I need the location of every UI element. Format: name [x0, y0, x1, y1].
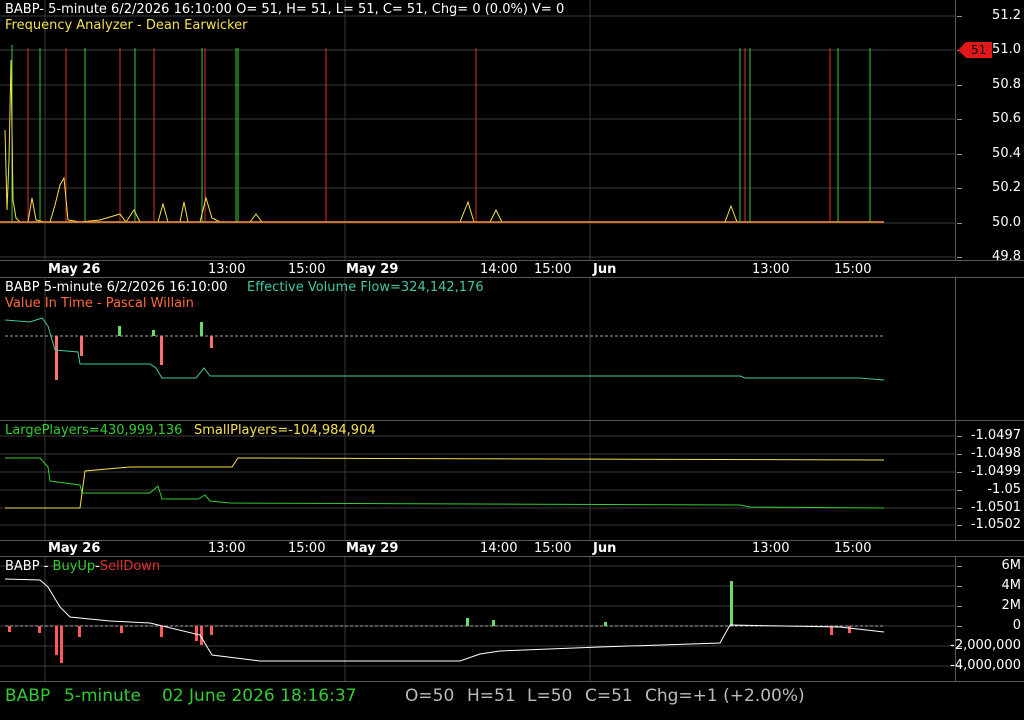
value-in-time-header: BABP 5-minute 6/2/2026 16:10:00 [5, 280, 228, 295]
date-axis-top[interactable]: May 26 13:00 15:00 May 29 14:00 15:00 Ju… [0, 261, 956, 277]
value-bar [80, 336, 83, 356]
selldown-bar [55, 626, 58, 655]
buyup-selldown-title: BABP - BuyUp-SellDown [5, 559, 160, 574]
players-chart [0, 421, 956, 540]
status-high: H=51 [467, 686, 516, 706]
status-open: O=50 [405, 686, 455, 706]
date-label: 13:00 [208, 262, 246, 277]
last-price-label: 51 [971, 43, 987, 57]
selldown-bar [848, 626, 851, 633]
large-players-line [5, 457, 885, 509]
y-tick: -1.0502 [970, 517, 1021, 532]
buyup-selldown-line [4, 578, 885, 662]
status-interval: 5-minute [64, 686, 141, 706]
y-tick: 2M [1001, 598, 1022, 613]
y-tick: 50.6 [992, 111, 1021, 126]
selldown-bar [210, 626, 213, 635]
large-players-value: LargePlayers=430,999,136 [5, 423, 183, 438]
date-label: Jun [593, 262, 617, 277]
buyup-selldown-chart [0, 557, 956, 681]
selldown-bar [78, 626, 81, 637]
buyup-y-axis[interactable]: 6M 4M 2M 0 -2,000,000 -4,000,000 [950, 557, 1024, 681]
y-tick: -1.0499 [970, 464, 1021, 479]
date-axis-bottom[interactable]: May 26 13:00 15:00 May 29 14:00 15:00 Ju… [0, 540, 956, 556]
date-label: May 26 [48, 262, 101, 277]
y-tick: -1.05 [987, 482, 1021, 497]
players-y-axis[interactable]: -1.0497 -1.0498 -1.0499 -1.05 -1.0501 -1… [957, 421, 1024, 540]
y-tick: 4M [1001, 578, 1022, 593]
date-label: 14:00 [480, 541, 518, 556]
y-tick: 0 [1012, 618, 1021, 633]
y-tick: -1.0497 [970, 428, 1021, 443]
status-close: C=51 [585, 686, 633, 706]
ticker-label: BABP - [5, 559, 53, 574]
selldown-bar [60, 626, 63, 663]
y-tick: -2,000,000 [950, 638, 1021, 653]
y-tick: 51.0 [992, 42, 1021, 57]
y-tick: 49.8 [992, 249, 1021, 264]
date-label: 13:00 [752, 262, 790, 277]
status-low: L=50 [527, 686, 573, 706]
selldown-bar [8, 626, 11, 632]
buyup-bar [492, 620, 495, 626]
date-label: 15:00 [534, 541, 572, 556]
date-label: 14:00 [480, 262, 518, 277]
value-bar [200, 322, 203, 336]
small-players-value: SmallPlayers=-104,984,904 [194, 423, 376, 438]
value-in-time-title: Value In Time - Pascal Willain [5, 296, 194, 311]
y-tick: 50.4 [992, 146, 1021, 161]
selldown-bar [38, 626, 41, 633]
y-tick: 50.8 [992, 77, 1021, 92]
value-bar [160, 336, 163, 365]
frequency-analyzer-title: Frequency Analyzer - Dean Earwicker [5, 18, 248, 33]
date-label: May 26 [48, 541, 101, 556]
value-bar [210, 336, 213, 348]
frequency-curve [4, 59, 884, 223]
price-y-axis[interactable]: 51.2 51.0 50.8 50.6 50.4 50.2 50.0 49.8 [957, 0, 1024, 264]
selldown-bar [160, 626, 163, 637]
selldown-label: SellDown [99, 559, 161, 574]
value-bar [118, 326, 121, 336]
buyup-bar [466, 618, 469, 626]
date-label: May 29 [346, 541, 399, 556]
status-bar: BABP 5-minute 02 June 2026 18:16:37 O=50… [0, 682, 1024, 720]
y-tick: -4,000,000 [950, 658, 1021, 673]
status-ticker: BABP [5, 686, 51, 706]
y-tick: 6M [1001, 558, 1022, 573]
date-label: 13:00 [208, 541, 246, 556]
date-label: 15:00 [288, 541, 326, 556]
date-label: 15:00 [534, 262, 572, 277]
price-panel-header: BABP- 5-minute 6/2/2026 16:10:00 O= 51, … [5, 2, 565, 17]
value-in-time-line [4, 317, 885, 381]
y-tick: 50.0 [992, 215, 1021, 230]
value-bar [55, 336, 58, 380]
date-label: 15:00 [834, 262, 872, 277]
frequency-analyzer-chart [0, 0, 956, 260]
y-tick: 50.2 [992, 180, 1021, 195]
date-label: Jun [593, 541, 617, 556]
buyup-bar [730, 581, 733, 626]
date-label: May 29 [346, 262, 399, 277]
date-label: 15:00 [834, 541, 872, 556]
buyup-bar [604, 622, 607, 626]
y-tick: -1.0501 [970, 500, 1021, 515]
date-label: 13:00 [752, 541, 790, 556]
selldown-bar [120, 626, 123, 633]
small-players-line [5, 457, 885, 509]
y-tick: 51.2 [992, 8, 1021, 23]
status-datetime: 02 June 2026 18:16:37 [162, 686, 357, 706]
buyup-label: BuyUp [52, 559, 96, 574]
last-price-marker: 51 [958, 42, 992, 58]
date-label: 15:00 [288, 262, 326, 277]
y-tick: -1.0498 [970, 446, 1021, 461]
effective-volume-flow: Effective Volume Flow=324,142,176 [247, 280, 484, 295]
status-change: Chg=+1 (+2.00%) [645, 686, 805, 706]
value-bar [152, 330, 155, 336]
